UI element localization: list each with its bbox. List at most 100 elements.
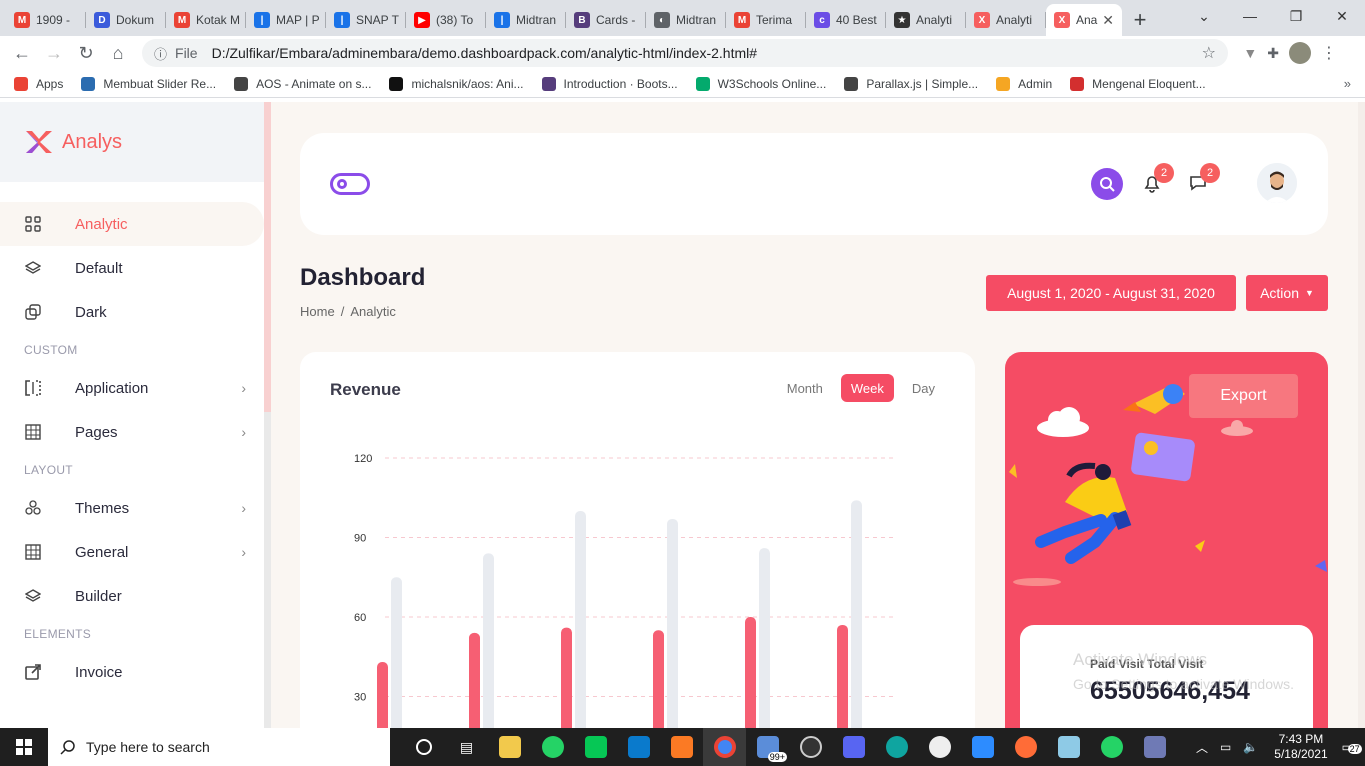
- browser-tab[interactable]: M Terima: [726, 4, 806, 36]
- bookmark-item[interactable]: michalsnik/aos: Ani...: [389, 76, 524, 91]
- new-tab-button[interactable]: +: [1122, 4, 1158, 36]
- bookmark-item[interactable]: W3Schools Online...: [695, 76, 826, 91]
- extension-v-icon[interactable]: ▼: [1243, 45, 1257, 61]
- revenue-bar[interactable]: [667, 518, 678, 728]
- browser-tab[interactable]: M Kotak M: [166, 4, 246, 36]
- sidebar-item-themes[interactable]: Themes ›: [0, 486, 264, 530]
- bookmarks-overflow-icon[interactable]: »: [1344, 76, 1351, 91]
- postman-icon[interactable]: [1004, 728, 1047, 766]
- chrome-icon[interactable]: [703, 728, 746, 766]
- browser-tab[interactable]: D Dokum: [86, 4, 166, 36]
- sidebar-item-general[interactable]: General ›: [0, 530, 264, 574]
- revenue-bar[interactable]: [653, 630, 664, 728]
- vscode-icon[interactable]: [617, 728, 660, 766]
- sidebar-scrollbar[interactable]: [264, 102, 271, 728]
- bookmark-item[interactable]: AOS - Animate on s...: [234, 76, 371, 91]
- whatsapp-desktop-icon[interactable]: [1090, 728, 1133, 766]
- close-tab-icon[interactable]: ✕: [1102, 12, 1114, 29]
- action-center-icon[interactable]: ▭27: [1342, 740, 1362, 754]
- tab-search-icon[interactable]: ⌄: [1181, 8, 1227, 25]
- sidebar-item-analytic[interactable]: Analytic: [0, 202, 264, 246]
- sidebar-item-builder[interactable]: Builder: [0, 574, 264, 618]
- revenue-bar[interactable]: [851, 500, 862, 728]
- game-icon[interactable]: [918, 728, 961, 766]
- revenue-bar[interactable]: [837, 624, 848, 728]
- period-tab-month[interactable]: Month: [777, 374, 833, 402]
- obs-icon[interactable]: [789, 728, 832, 766]
- bookmark-item[interactable]: Admin: [996, 76, 1052, 91]
- bookmark-item[interactable]: Apps: [14, 76, 63, 91]
- browser-tab[interactable]: | SNAP T: [326, 4, 406, 36]
- zoom-icon[interactable]: [961, 728, 1004, 766]
- menu-kebab-icon[interactable]: ⋮: [1321, 43, 1337, 63]
- minimize-button[interactable]: —: [1227, 8, 1273, 24]
- export-button[interactable]: Export: [1189, 374, 1298, 418]
- revenue-bar[interactable]: [745, 617, 756, 728]
- browser-tab[interactable]: ★ Analyti: [886, 4, 966, 36]
- browser-tab[interactable]: c 40 Best: [806, 4, 886, 36]
- brand-logo[interactable]: Analys: [0, 102, 264, 182]
- notifications-button[interactable]: 2: [1140, 163, 1174, 195]
- bookmark-star-icon[interactable]: ☆: [1202, 43, 1216, 63]
- edge-icon[interactable]: [875, 728, 918, 766]
- reload-button[interactable]: ↻: [70, 43, 102, 64]
- puzzle-icon[interactable]: ✚: [1267, 45, 1279, 62]
- line-icon[interactable]: [574, 728, 617, 766]
- sidebar-item-default[interactable]: Default: [0, 246, 264, 290]
- browser-tab[interactable]: M 1909 -: [6, 4, 86, 36]
- browser-tab[interactable]: X Ana ✕: [1046, 4, 1122, 36]
- info-icon[interactable]: ⓘ: [154, 44, 167, 63]
- file-explorer-icon[interactable]: [488, 728, 531, 766]
- revenue-bar[interactable]: [561, 627, 572, 728]
- period-tab-day[interactable]: Day: [902, 374, 945, 402]
- mail-icon[interactable]: 99+: [746, 728, 789, 766]
- sidebar-item-application[interactable]: Application ›: [0, 366, 264, 410]
- search-button[interactable]: [1091, 168, 1123, 200]
- android-studio-icon[interactable]: [1133, 728, 1176, 766]
- sidebar-item-invoice[interactable]: Invoice: [0, 650, 264, 694]
- start-button[interactable]: [0, 728, 48, 766]
- volume-icon[interactable]: 🔈: [1243, 740, 1258, 754]
- revenue-bar[interactable]: [483, 553, 494, 728]
- bookmark-item[interactable]: Mengenal Eloquent...: [1070, 76, 1206, 91]
- bookmark-item[interactable]: Membuat Slider Re...: [81, 76, 216, 91]
- url-bar[interactable]: ⓘ File D:/Zulfikar/Embara/adminembara/de…: [142, 39, 1228, 67]
- taskbar-clock[interactable]: 7:43 PM 5/18/2021: [1274, 732, 1327, 762]
- revenue-bar[interactable]: [759, 548, 770, 728]
- forward-button[interactable]: →: [38, 43, 70, 64]
- sidebar-scroll-thumb[interactable]: [264, 102, 271, 412]
- notepad-icon[interactable]: [1047, 728, 1090, 766]
- sidebar-item-pages[interactable]: Pages ›: [0, 410, 264, 454]
- user-avatar[interactable]: [1257, 163, 1297, 203]
- messages-button[interactable]: 2: [1186, 163, 1220, 195]
- browser-tab[interactable]: | MAP | P: [246, 4, 326, 36]
- sidebar-toggle[interactable]: [330, 173, 370, 195]
- tray-chevron-icon[interactable]: ︿: [1196, 739, 1208, 756]
- browser-tab[interactable]: | Midtran: [486, 4, 566, 36]
- close-window-button[interactable]: ✕: [1319, 8, 1365, 25]
- bookmark-item[interactable]: Parallax.js | Simple...: [844, 76, 978, 91]
- sidebar-item-dark[interactable]: Dark: [0, 290, 264, 334]
- browser-tab[interactable]: ◐ Midtran: [646, 4, 726, 36]
- browser-tab[interactable]: ▶ (38) To: [406, 4, 486, 36]
- browser-tab[interactable]: X Analyti: [966, 4, 1046, 36]
- breadcrumb-home[interactable]: Home: [300, 304, 335, 319]
- revenue-bar[interactable]: [469, 632, 480, 728]
- period-tab-week[interactable]: Week: [840, 374, 894, 402]
- date-range-button[interactable]: August 1, 2020 - August 31, 2020: [986, 275, 1236, 311]
- revenue-bar[interactable]: [377, 662, 388, 728]
- bookmark-item[interactable]: Introduction · Boots...: [541, 76, 678, 91]
- url-text[interactable]: D:/Zulfikar/Embara/adminembara/demo.dash…: [212, 45, 757, 61]
- whatsapp-icon[interactable]: [531, 728, 574, 766]
- taskbar-search[interactable]: Type here to search: [48, 728, 390, 766]
- task-view-icon[interactable]: ▤: [445, 728, 488, 766]
- revenue-bar[interactable]: [575, 511, 586, 728]
- restore-button[interactable]: ❐: [1273, 8, 1319, 25]
- back-button[interactable]: ←: [6, 43, 38, 64]
- page-scrollbar[interactable]: [1358, 102, 1365, 728]
- cortana-icon[interactable]: [402, 728, 445, 766]
- home-button[interactable]: ⌂: [102, 43, 134, 64]
- action-dropdown-button[interactable]: Action ▼: [1246, 275, 1328, 311]
- profile-avatar[interactable]: [1289, 42, 1311, 64]
- xampp-icon[interactable]: [660, 728, 703, 766]
